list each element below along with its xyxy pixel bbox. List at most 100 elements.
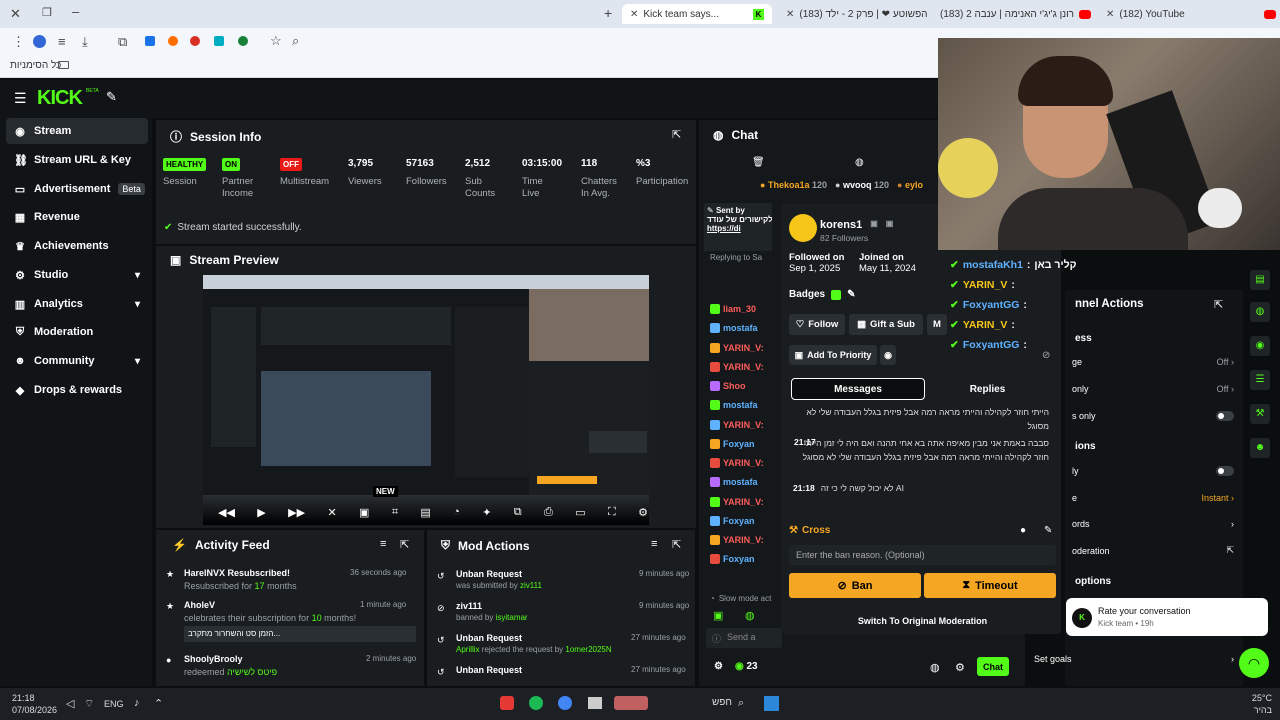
channel-action-row[interactable]: ge Off › xyxy=(1072,357,1234,367)
chrome-icon[interactable] xyxy=(558,696,572,710)
tab-kick[interactable]: ✕ Kick team says... K xyxy=(622,4,772,24)
crop-icon[interactable]: ⌗ xyxy=(392,506,398,522)
chat-username[interactable]: YARIN_V: xyxy=(723,535,764,545)
pip-icon[interactable]: ⧉ xyxy=(514,506,522,522)
chat-message[interactable]: YARIN_V: xyxy=(710,497,764,507)
sidebar-item-community[interactable]: ☻ Community ▾ xyxy=(0,348,152,374)
close-tab-icon[interactable]: ✕ xyxy=(1106,9,1114,20)
kick-logo[interactable]: KICK xyxy=(37,87,83,110)
sidebar-item-stream[interactable]: ◉ Stream xyxy=(6,118,148,144)
taskbar-clock[interactable]: 21:18 07/08/2026 xyxy=(12,692,57,716)
channel-action-row[interactable]: oderation ⇱ xyxy=(1072,545,1234,556)
rail-community-icon[interactable]: ☻ xyxy=(1250,438,1270,458)
chat-username[interactable]: Foxyan xyxy=(723,554,755,564)
sidebar-item-stream-url[interactable]: ⛓ Stream URL & Key xyxy=(0,147,152,173)
network-icon[interactable]: ⌔ xyxy=(84,697,94,711)
profile-icon[interactable] xyxy=(33,35,46,48)
chat-username[interactable]: YARIN_V: xyxy=(723,497,764,507)
gifter[interactable]: ● Thekoa1a 120 xyxy=(760,180,827,190)
emote-icon[interactable]: ▣ xyxy=(713,609,723,622)
mute-icon[interactable]: ✕ xyxy=(327,506,336,522)
chat-username[interactable]: YARIN_V: xyxy=(723,362,764,372)
sidebar-item-revenue[interactable]: ▦ Revenue xyxy=(0,204,152,230)
more-button[interactable]: M xyxy=(927,314,947,335)
caption-icon[interactable]: ▭ xyxy=(575,506,585,522)
filter-icon[interactable]: ≡ xyxy=(651,538,657,550)
gift-sub-button[interactable]: ▦ Gift a Sub xyxy=(849,314,923,335)
copy-icon[interactable]: ▣ xyxy=(870,219,878,231)
edit-icon[interactable]: ✎ xyxy=(1044,525,1052,536)
chat-username[interactable]: Foxyan xyxy=(723,516,755,526)
chat-message[interactable]: Foxyan xyxy=(710,516,755,526)
speed-icon[interactable]: ◔ xyxy=(453,506,460,522)
download-icon[interactable]: ⤓ xyxy=(82,34,88,50)
chevron-up-icon[interactable]: ⌃ xyxy=(154,697,163,710)
search-icon[interactable]: ⌕ xyxy=(738,697,744,710)
settings-icon[interactable]: ⚙ xyxy=(638,506,648,522)
close-window-icon[interactable]: ✕ xyxy=(10,6,21,22)
chat-message[interactable]: YARIN_V: xyxy=(710,535,764,545)
chat-username[interactable]: mostafa xyxy=(723,323,758,333)
popout-icon[interactable]: ⇱ xyxy=(672,128,681,141)
popout-icon[interactable]: ⇱ xyxy=(672,538,681,551)
sidebar-item-studio[interactable]: ⚙ Studio ▾ xyxy=(0,262,152,288)
chat-message[interactable]: YARIN_V: xyxy=(710,458,764,468)
trash-icon[interactable]: 🗑 xyxy=(752,157,765,168)
chat-message[interactable]: liam_30 xyxy=(710,304,756,314)
close-tab-icon[interactable]: ✕ xyxy=(630,9,638,20)
support-chat-button[interactable]: ◠ xyxy=(1239,648,1269,678)
tab-replies[interactable]: Replies xyxy=(925,378,1050,400)
chat-message[interactable]: Shoo xyxy=(710,381,746,391)
tab-youtube-2[interactable]: (183) רונן ג'יג'י האנימה | ענבה 2 xyxy=(940,4,1100,24)
language-indicator[interactable]: ENG xyxy=(104,699,124,709)
sidebar-item-advertisement[interactable]: ▭ Advertisement Beta xyxy=(0,176,152,202)
link-icon[interactable]: ▣ xyxy=(886,219,894,231)
filter-icon[interactable]: ≡ xyxy=(380,538,386,550)
popout-icon[interactable]: ⇱ xyxy=(1214,298,1223,311)
layout-icon[interactable]: ▤ xyxy=(420,506,430,522)
screenshot-icon[interactable]: ⎙ xyxy=(544,506,553,522)
app-icon[interactable] xyxy=(500,696,514,710)
chat-username[interactable]: YARIN_V: xyxy=(723,458,764,468)
extension-icon[interactable] xyxy=(238,36,248,46)
eye-icon[interactable]: ◉ xyxy=(880,345,896,365)
edit-icon[interactable]: ✎ xyxy=(847,289,855,300)
search-icon[interactable]: ⌕ xyxy=(292,33,299,49)
mic-icon[interactable]: ♪ xyxy=(134,697,140,709)
sidebar-item-moderation[interactable]: ⛨ Moderation xyxy=(0,319,152,345)
fullscreen-icon[interactable]: ⛶ xyxy=(608,506,616,522)
settings-icon[interactable]: ⚙ xyxy=(955,661,965,674)
chat-message[interactable]: mostafa xyxy=(710,400,758,410)
ban-button[interactable]: ⊘ Ban xyxy=(789,573,921,598)
chat-send-button[interactable]: Chat xyxy=(977,657,1009,676)
new-tab-icon[interactable]: + xyxy=(604,5,612,21)
channel-action-row[interactable]: ords › xyxy=(1072,519,1234,529)
weather-widget[interactable]: 25°C בהיר xyxy=(1226,692,1272,716)
hamburger-icon[interactable]: ☰ xyxy=(14,90,27,107)
emoji-icon[interactable]: ◍ xyxy=(930,661,940,674)
rail-wrench-icon[interactable]: ⚒ xyxy=(1250,404,1270,424)
gifter[interactable]: ● wvooq 120 xyxy=(835,180,889,190)
tab-youtube-3[interactable]: ✕ (182) YouTube xyxy=(1106,4,1276,24)
chat-username[interactable]: Shoo xyxy=(723,381,746,391)
chat-icon[interactable]: ◍ xyxy=(745,609,755,622)
mod-action-user[interactable]: isyitamar xyxy=(496,613,528,622)
sidebar-item-analytics[interactable]: ▥ Analytics ▾ xyxy=(0,291,152,317)
timeout-button[interactable]: ⧗ Timeout xyxy=(924,573,1056,598)
sparkle-icon[interactable]: ✦ xyxy=(482,506,491,522)
extension-icon[interactable] xyxy=(190,36,200,46)
send-message-input[interactable]: ⓘ Send a xyxy=(706,628,782,648)
pinned-link[interactable]: https://di xyxy=(707,224,769,233)
gifter[interactable]: ● eylo xyxy=(897,180,923,190)
chat-message[interactable]: YARIN_V: xyxy=(710,343,764,353)
close-tab-icon[interactable]: ✕ xyxy=(786,9,794,20)
forward-icon[interactable]: ▶▶ xyxy=(288,506,305,522)
toggle[interactable] xyxy=(1216,466,1234,476)
chat-message[interactable]: YARIN_V: xyxy=(710,362,764,372)
tab-youtube-1[interactable]: ✕ (183) הפשוטע ❤ | פרק 2 - ילד xyxy=(786,4,934,24)
volume-icon[interactable]: ◁ xyxy=(66,697,74,710)
pin-icon[interactable]: ✎ xyxy=(106,89,117,105)
record-icon[interactable]: ▣ xyxy=(359,506,369,522)
channel-action-row[interactable]: e Instant › xyxy=(1072,493,1234,503)
rail-list-icon[interactable]: ☰ xyxy=(1250,370,1270,390)
